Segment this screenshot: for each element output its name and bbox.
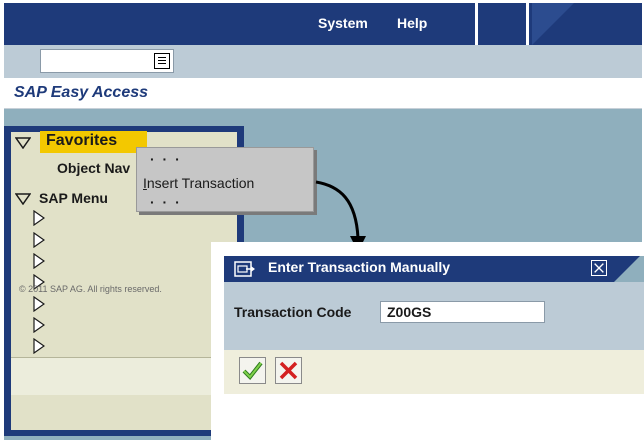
menu-system[interactable]: System: [318, 15, 368, 31]
dialog-title: Enter Transaction Manually: [268, 259, 451, 275]
tree-node-favorites[interactable]: Favorites: [40, 131, 147, 153]
context-menu-item-label: nsert Transaction: [146, 175, 255, 191]
context-menu-insert-transaction[interactable]: Insert Transaction: [143, 175, 254, 191]
tree-node-sap-menu[interactable]: SAP Menu: [39, 190, 108, 206]
triangle-right-icon[interactable]: [33, 296, 45, 312]
transaction-icon: [234, 261, 255, 277]
list-icon[interactable]: [154, 53, 170, 69]
close-icon[interactable]: [591, 260, 607, 276]
transaction-code-label: Transaction Code: [234, 304, 352, 320]
triangle-down-icon[interactable]: [15, 137, 31, 149]
menu-separator: [475, 3, 478, 45]
triangle-right-icon[interactable]: [33, 210, 45, 226]
page-title: SAP Easy Access: [14, 84, 149, 101]
menu-corner-decoration: [532, 3, 642, 45]
copyright-notice: © 2011 SAP AG. All rights reserved.: [19, 284, 162, 294]
menu-separator: [526, 3, 529, 45]
dialog-corner-decoration: [614, 256, 644, 282]
checkmark-icon: [242, 361, 263, 381]
triangle-down-icon[interactable]: [15, 193, 31, 205]
ok-button[interactable]: [239, 357, 266, 384]
context-menu-ellipsis: · · ·: [150, 194, 182, 210]
context-menu-ellipsis: · · ·: [150, 151, 182, 167]
triangle-right-icon[interactable]: [33, 253, 45, 269]
tree-footer: [11, 357, 237, 395]
triangle-right-icon[interactable]: [33, 338, 45, 354]
transaction-code-input[interactable]: Z00GS: [380, 301, 545, 323]
triangle-right-icon[interactable]: [33, 232, 45, 248]
cancel-button[interactable]: [275, 357, 302, 384]
cancel-x-icon: [279, 361, 298, 380]
tree-node-object-nav[interactable]: Object Nav: [57, 160, 130, 176]
menu-help[interactable]: Help: [397, 15, 427, 31]
triangle-right-icon[interactable]: [33, 317, 45, 333]
